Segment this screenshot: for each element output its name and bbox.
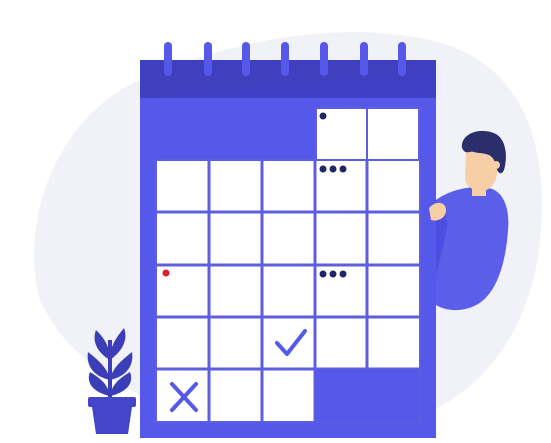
- triple-dot-2: [319, 270, 347, 278]
- triple-dot-1: [319, 165, 347, 173]
- person-ear: [492, 161, 500, 169]
- plant-stem: [108, 340, 112, 400]
- calendar-icon: [140, 42, 436, 438]
- single-dot: [319, 112, 327, 120]
- pot-rim: [88, 397, 136, 407]
- calendar-top-cells: [315, 107, 420, 161]
- calendar-illustration: [0, 0, 551, 443]
- calendar-filled-cells: [315, 369, 420, 422]
- illustration-svg: [34, 32, 542, 438]
- red-dot: [162, 269, 170, 277]
- pot-body: [92, 407, 132, 434]
